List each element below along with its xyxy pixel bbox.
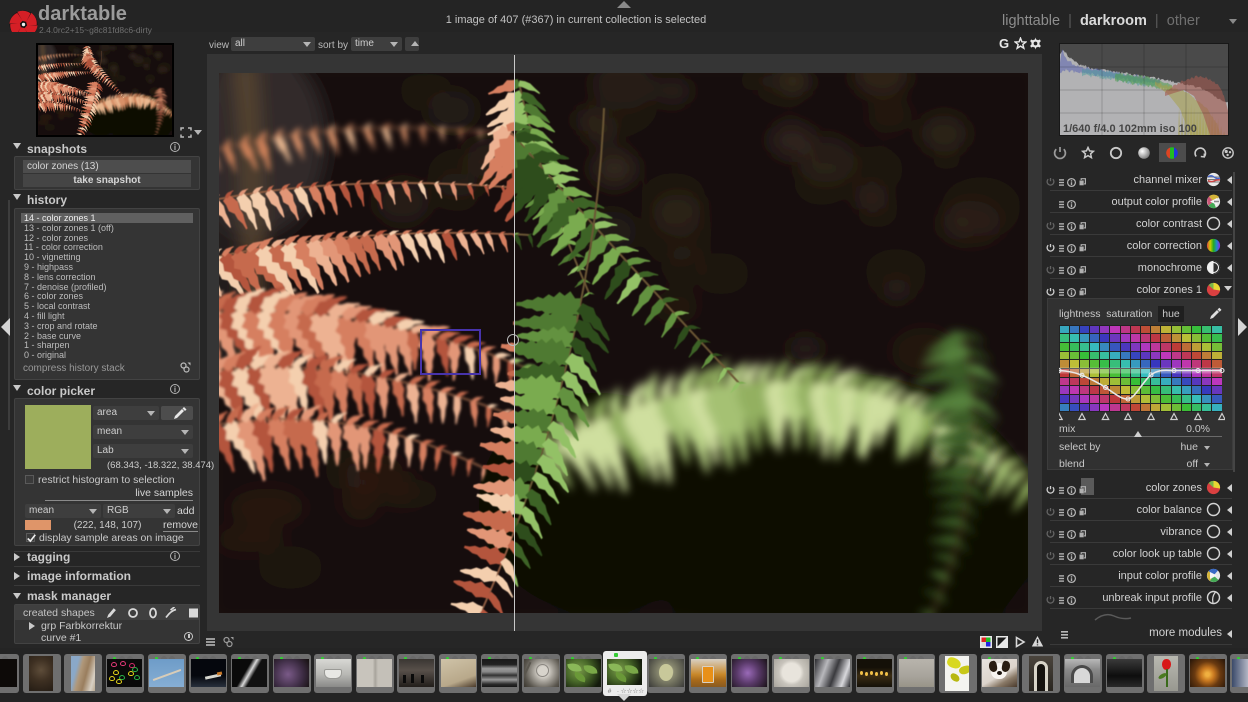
svg-text:1/640 f/4.0 102mm iso 100: 1/640 f/4.0 102mm iso 100 (1063, 123, 1197, 135)
